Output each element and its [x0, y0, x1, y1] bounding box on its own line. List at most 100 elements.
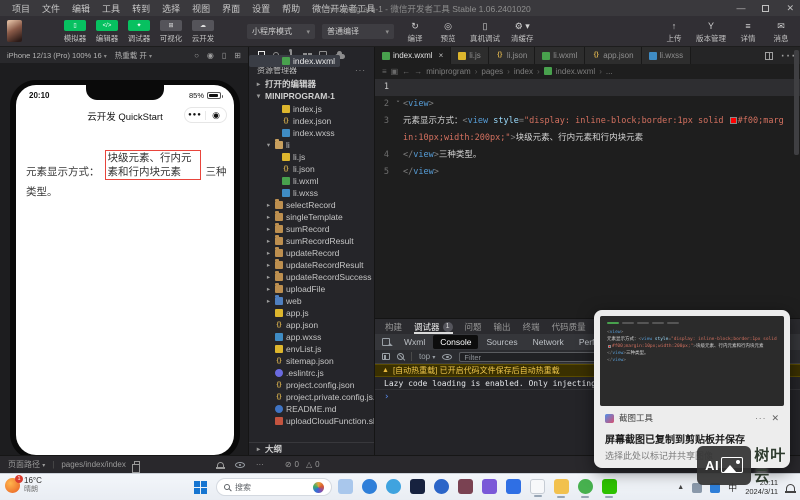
mode-select[interactable]: 小程序模式 ▾	[247, 24, 315, 39]
more-icon[interactable]: ···	[755, 413, 767, 423]
forward-icon[interactable]: →	[414, 67, 422, 76]
taskbar-app-app-green[interactable]	[578, 479, 593, 498]
device-frame-icon[interactable]: ▯	[222, 51, 226, 60]
tree-item[interactable]: {} li.json	[249, 163, 374, 175]
devtools-tab-sources[interactable]: Sources	[479, 335, 524, 349]
tree-item[interactable]: ▸ updateRecordSuccess	[249, 271, 374, 283]
tree-item[interactable]: li.js	[249, 151, 374, 163]
outline-section[interactable]: ▸ 大纲	[249, 442, 374, 455]
tab-li.wxml[interactable]: li.wxml	[535, 47, 586, 64]
tree-item[interactable]: app.js	[249, 307, 374, 319]
open-editors-section[interactable]: ▸ 打开的编辑器	[249, 78, 374, 90]
tab-app.json[interactable]: {} app.json	[585, 47, 642, 64]
menu-item[interactable]: 界面	[216, 2, 246, 15]
toolbar-code-button[interactable]: </> 编辑器	[94, 20, 120, 44]
context-select[interactable]: top ▾	[419, 352, 435, 361]
fold-icon[interactable]: ˇ	[393, 96, 403, 113]
compile-select[interactable]: 普通编译 ▾	[322, 24, 394, 39]
tree-item[interactable]: ▸ sumRecordResult	[249, 235, 374, 247]
breadcrumb-file[interactable]: index.wxml	[556, 67, 596, 76]
tree-item[interactable]: .eslintrc.js	[249, 367, 374, 379]
breadcrumb-item[interactable]: pages	[481, 67, 503, 76]
project-root[interactable]: ▾ MINIPROGRAM-1	[249, 90, 374, 102]
taskbar-app-wechat[interactable]	[602, 479, 617, 498]
toolbar-device-button[interactable]: ▯ 真机调试	[470, 20, 500, 44]
inspect-icon[interactable]	[382, 338, 390, 346]
minimize-icon[interactable]: —	[736, 3, 745, 13]
copy-icon[interactable]	[131, 461, 140, 473]
tree-item[interactable]: index.wxml	[249, 55, 341, 67]
bell-icon[interactable]	[215, 461, 225, 469]
start-button[interactable]	[194, 481, 207, 494]
breadcrumb-item[interactable]: miniprogram	[426, 67, 470, 76]
menu-item[interactable]: 选择	[156, 2, 186, 15]
tab-index.wxml[interactable]: index.wxml ×	[375, 47, 452, 64]
tree-item[interactable]: {} project.private.config.js...	[249, 391, 374, 403]
menu-item[interactable]: 编辑	[66, 2, 96, 15]
devtools-tab-network[interactable]: Network	[526, 335, 571, 349]
record-icon[interactable]: ◉	[207, 51, 214, 60]
taskbar-app-copilot[interactable]	[386, 479, 401, 494]
panel-tab-终端[interactable]: 终端	[523, 319, 540, 334]
tree-item[interactable]: li.wxml	[249, 175, 374, 187]
more-actions-icon[interactable]: ···	[355, 66, 366, 75]
taskbar-app-store[interactable]	[458, 479, 473, 494]
menu-item[interactable]: 设置	[246, 2, 276, 15]
filter-input[interactable]: Filter	[459, 351, 610, 362]
close-icon[interactable]: ×	[439, 51, 444, 60]
taskbar-app-app-blue[interactable]	[506, 479, 521, 494]
menu-item[interactable]: 工具	[96, 2, 126, 15]
eye-icon[interactable]	[234, 461, 245, 468]
tree-item[interactable]: {} index.json	[249, 115, 374, 127]
panel-tab-问题[interactable]: 问题	[465, 319, 482, 334]
taskbar-app-task-view[interactable]	[338, 479, 353, 494]
tree-item[interactable]: uploadCloudFunction.sh	[249, 415, 374, 427]
editor-scrollbar[interactable]	[794, 50, 799, 155]
panel-tab-代码质量[interactable]: 代码质量	[552, 319, 586, 334]
problem-counts[interactable]: ⊘ 0 △ 0	[285, 460, 320, 469]
tree-item[interactable]: {} project.config.json	[249, 379, 374, 391]
close-icon[interactable]: ✕	[786, 3, 794, 14]
split-editor-icon[interactable]	[765, 51, 774, 60]
hot-reload-toggle[interactable]: 热重载 开 ▾	[115, 50, 152, 61]
clear-console-icon[interactable]	[397, 353, 404, 360]
screenshot-thumbnail[interactable]: <view> 元素显示方式：<view style="display: inlin…	[600, 316, 784, 406]
tree-item[interactable]: index.wxss	[249, 127, 374, 139]
tree-item[interactable]: ▸ updateRecordResult	[249, 259, 374, 271]
tree-item[interactable]: ▸ web	[249, 295, 374, 307]
taskbar-app-edge-browser[interactable]	[362, 479, 377, 494]
tree-item[interactable]: ▸ singleTemplate	[249, 211, 374, 223]
tab-li.js[interactable]: li.js	[451, 47, 489, 64]
tree-item[interactable]: {} app.json	[249, 319, 374, 331]
maximize-icon[interactable]	[762, 4, 770, 12]
capsule-more-button[interactable]: ●●●	[185, 112, 205, 118]
toolbar-phone-button[interactable]: ▯ 模拟器	[62, 20, 88, 44]
menu-item[interactable]: 文件	[36, 2, 66, 15]
device-select[interactable]: iPhone 12/13 (Pro) 100% 16 ▾	[7, 51, 107, 60]
toolbar-cloud-button[interactable]: ☁ 云开发	[190, 20, 216, 44]
list-icon[interactable]: ≡	[382, 67, 387, 76]
toolbar-upload-button[interactable]: ↑ 上传	[663, 20, 685, 44]
tree-item[interactable]: ▸ sumRecord	[249, 223, 374, 235]
toolbar-refresh-button[interactable]: ↻ 编译	[404, 20, 426, 44]
rotate-icon[interactable]: ○	[194, 51, 199, 60]
panel-tab-构建[interactable]: 构建	[385, 319, 402, 334]
panel-tab-输出[interactable]: 输出	[494, 319, 511, 334]
toolbar-grid-button[interactable]: ⊞ 可视化	[158, 20, 184, 44]
code-line[interactable]: 3 元素显示方式：<view style="display: inline-blo…	[375, 113, 800, 147]
menu-item[interactable]: 转到	[126, 2, 156, 15]
taskbar-app-edge-dev[interactable]	[434, 479, 449, 494]
menu-item[interactable]: 项目	[6, 2, 36, 15]
more-icon[interactable]: ···	[256, 460, 264, 469]
tree-item[interactable]: envList.js	[249, 343, 374, 355]
tab-li.json[interactable]: {} li.json	[488, 47, 536, 64]
back-icon[interactable]: ←	[402, 67, 410, 76]
tree-item[interactable]: {} sitemap.json	[249, 355, 374, 367]
window-mode-icon[interactable]: ⊞	[234, 51, 241, 60]
devtools-tab-console[interactable]: Console	[433, 335, 479, 349]
taskbar-app-file-explorer[interactable]	[554, 479, 569, 498]
bookmark-icon[interactable]: ▣	[391, 67, 399, 76]
taskbar-app-app-purple[interactable]	[482, 479, 497, 494]
tree-item[interactable]: app.wxss	[249, 331, 374, 343]
menu-item[interactable]: 帮助	[276, 2, 306, 15]
